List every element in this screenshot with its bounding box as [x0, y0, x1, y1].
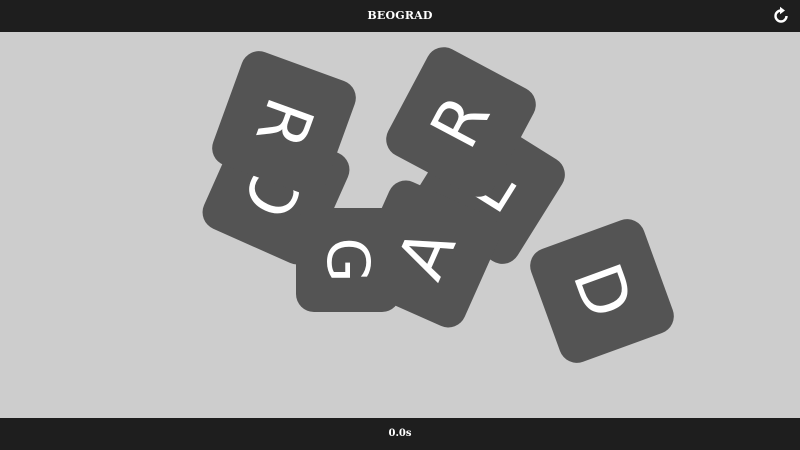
top-bar: BEOGRAD — [0, 0, 800, 32]
tile-letter: R — [415, 83, 506, 161]
tile-letter: D — [557, 253, 648, 328]
letter-tile[interactable]: G — [296, 208, 400, 312]
tile-letter: R — [240, 88, 329, 158]
game-window: BEOGRAD O R E R A G D 0 — [0, 0, 800, 450]
puzzle-title: BEOGRAD — [367, 9, 433, 22]
bottom-bar: 0.0s — [0, 418, 800, 450]
timer-display: 0.0s — [388, 428, 412, 439]
reset-button[interactable] — [770, 5, 792, 27]
tile-letter: G — [314, 237, 382, 283]
letter-tile[interactable]: D — [525, 214, 679, 368]
reset-icon — [774, 6, 788, 23]
game-board[interactable]: O R E R A G D — [0, 32, 800, 418]
